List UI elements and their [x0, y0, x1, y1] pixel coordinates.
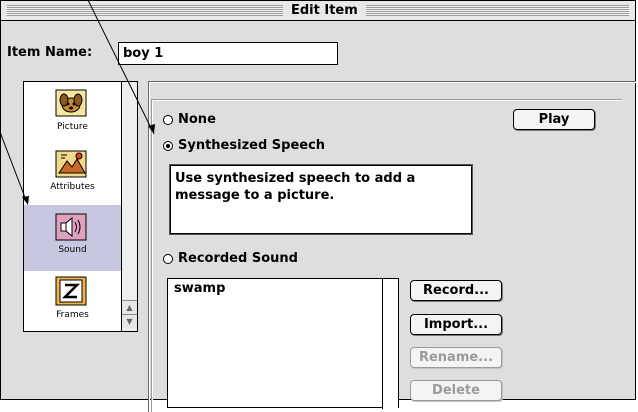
none-radio[interactable]: None — [163, 112, 216, 127]
category-caption: Frames — [56, 310, 89, 320]
speech-message-field[interactable]: Use synthesized speech to add a message … — [170, 165, 472, 234]
list-item[interactable]: swamp — [174, 281, 225, 296]
recorded-sound-label: Recorded Sound — [178, 251, 298, 266]
category-caption: Picture — [57, 122, 88, 132]
rename-button: Rename... — [410, 347, 502, 368]
scroll-down-arrow-icon[interactable]: ▼ — [122, 314, 137, 328]
radio-selected-icon — [163, 140, 173, 151]
synthesized-speech-radio[interactable]: Synthesized Speech — [163, 138, 325, 153]
category-caption: Sound — [58, 245, 87, 255]
category-item-picture[interactable]: Picture — [24, 82, 121, 148]
item-name-label: Item Name: — [7, 45, 93, 60]
sound-list-scrollbar[interactable] — [382, 279, 398, 409]
delete-button: Delete — [410, 380, 502, 401]
play-button[interactable]: Play — [513, 109, 595, 130]
dog-picture-icon — [55, 89, 87, 117]
title-bar[interactable]: Edit Item — [1, 1, 635, 21]
film-frames-icon — [55, 276, 87, 306]
import-button[interactable]: Import... — [410, 314, 502, 335]
none-radio-label: None — [178, 112, 216, 127]
category-item-frames[interactable]: Frames — [24, 270, 121, 336]
radio-circle-icon — [163, 114, 173, 125]
category-caption: Attributes — [50, 182, 95, 192]
category-item-attributes[interactable]: Attributes — [24, 142, 121, 208]
radio-circle-icon — [163, 253, 173, 264]
attributes-icon — [55, 150, 87, 178]
category-item-sound[interactable]: Sound — [24, 205, 121, 271]
item-name-field[interactable]: boy 1 — [118, 42, 338, 65]
category-list: Picture Attributes Sound Frames ▲ ▼ — [23, 81, 138, 332]
window-title: Edit Item — [283, 2, 366, 19]
recorded-sound-radio[interactable]: Recorded Sound — [163, 251, 298, 266]
edit-item-window: Edit Item Item Name: boy 1 Picture Attri… — [0, 0, 636, 412]
record-button[interactable]: Record... — [410, 280, 502, 301]
category-icons-column: Picture Attributes Sound Frames — [24, 82, 122, 331]
recorded-sound-list[interactable]: swamp — [167, 278, 399, 409]
synthesized-speech-label: Synthesized Speech — [178, 138, 326, 153]
category-list-scrollbar[interactable]: ▲ ▼ — [122, 82, 137, 331]
scroll-up-arrow-icon[interactable]: ▲ — [122, 300, 137, 314]
speaker-icon — [55, 213, 87, 241]
